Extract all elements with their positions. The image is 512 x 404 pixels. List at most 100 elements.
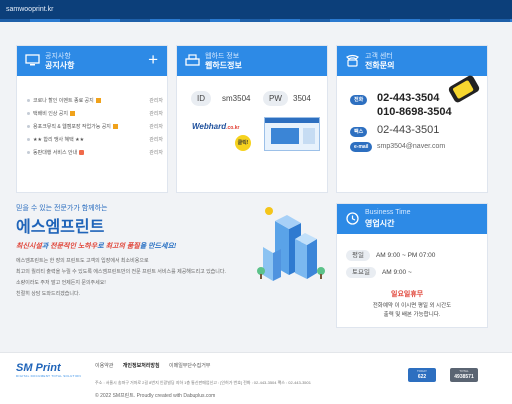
saturday-time: AM 9:00 ~: [381, 269, 412, 276]
tel-number-2[interactable]: 010-8698-3504: [377, 106, 452, 118]
notice-item-author: 관리자: [149, 150, 163, 156]
intro-title: 에스엠프린트: [16, 219, 105, 236]
buildings-illustration: [257, 207, 325, 281]
notice-header: 공지사항 공지사항 +: [17, 46, 167, 76]
webhard-logo-tld: .co.kr: [226, 125, 240, 131]
intro-sub-highlight-3: 최고의 품질: [105, 243, 140, 250]
intro-paragraph-3: 소량이라도 주저 말고 언제든지 문의주세요!: [16, 280, 106, 286]
click-badge[interactable]: 클릭!: [235, 135, 251, 151]
holiday-notice: 일요일휴무: [391, 291, 424, 298]
notice-item-author: 관리자: [149, 98, 163, 104]
notice-item-title[interactable]: 코로나 할인 이벤트 종료 공지: [33, 98, 94, 104]
total-label: TOTAL: [459, 369, 469, 373]
screen-block: [271, 128, 299, 144]
notice-list: 코로나 할인 이벤트 종료 공지 관리자 택배비 인상 공지 관리자 용포크뮤직 &…: [27, 95, 163, 160]
intro-paragraph-4: 친절히 상담 도와드리겠습니다.: [16, 291, 80, 297]
business-time-title-small: Business Time: [365, 209, 411, 216]
new-icon: [95, 98, 101, 104]
top-bar: samwooprint.kr: [0, 0, 512, 22]
screen-bar: [265, 118, 319, 123]
customer-center-header: 고객 센터 전화문의: [337, 46, 487, 76]
total-counter: TOTAL 4938571: [450, 368, 478, 382]
footer-copyright: © 2022 SM프린트. Proudly created with Dabup…: [95, 393, 216, 399]
intro-sub-text-2: 로: [97, 243, 106, 250]
webhard-screenshot[interactable]: [264, 117, 320, 151]
webhard-logo[interactable]: Webhard.co.kr: [192, 122, 239, 131]
file-icon: [79, 150, 85, 156]
intro-paragraph-2: 최고의 퀄리티 출력을 누릴 수 있도록 에스엠프린트만의 전문 프린트 서비스…: [16, 269, 226, 275]
bullet-icon: [27, 151, 30, 155]
top-decor-strip: [0, 19, 512, 22]
business-time-title: 영업시간: [365, 219, 395, 228]
email-address[interactable]: smp3504@naver.com: [377, 143, 445, 150]
saturday-label: 토요일: [346, 267, 376, 278]
today-counter: TODAY 622: [408, 368, 436, 382]
intro-sub-text-3: 을 만드세요!: [139, 243, 177, 250]
weekday-time: AM 9:00 ~ PM 07:00: [375, 252, 436, 259]
id-value: sm3504: [222, 94, 251, 103]
bullet-icon: [27, 99, 30, 103]
notice-item[interactable]: 용포크뮤직 & 웹캠포장 작업가능 공지 관리자: [27, 121, 163, 134]
weekday-row: 평일 AM 9:00 ~ PM 07:00: [346, 250, 435, 261]
webhard-logo-text: Webhard: [192, 122, 227, 131]
notice-item-author: 관리자: [149, 111, 163, 117]
business-note-1: 전화예약 이 이시면 평일 외 시간도: [372, 303, 452, 309]
intro-sub-highlight-1: 최신시설: [16, 243, 42, 250]
notice-item-title[interactable]: ★★ 합리 맹사 혜택 ★★: [33, 137, 84, 143]
notice-item[interactable]: ★★ 합리 맹사 혜택 ★★ 관리자: [27, 134, 163, 147]
monitor-icon: [25, 54, 40, 66]
screen-block-2: [303, 128, 315, 144]
notice-item-title[interactable]: 택배비 인상 공지: [33, 111, 68, 117]
intro-subtitle: 최신시설과 전문적인 노하우로 최고의 품질을 만드세요!: [16, 241, 176, 251]
notice-item[interactable]: 동판대행 서비스 안내 관리자: [27, 147, 163, 160]
footer-logo-subtitle: DIGITAL DOCUMENT TOTAL SOLUTION: [16, 374, 81, 378]
fax-number: 02-443-3501: [377, 124, 440, 136]
fax-label: 팩스: [350, 127, 368, 137]
notice-item-title[interactable]: 동판대행 서비스 안내: [33, 150, 77, 156]
total-value: 4938571: [454, 374, 474, 380]
bullet-icon: [27, 112, 30, 116]
printer-icon: [185, 54, 200, 66]
tel-label: 전화: [350, 95, 368, 105]
intro-tagline: 믿을 수 있는 전문가가 함께하는: [16, 205, 108, 212]
footer-logo[interactable]: SM Print: [16, 362, 61, 374]
intro-paragraph-1: 에스엠프린트는 한 장의 프린트도 고객의 입장에서 최소비용으로: [16, 258, 149, 264]
customer-center-card: 고객 센터 전화문의: [336, 45, 488, 193]
weekday-label: 평일: [346, 250, 370, 261]
site-url[interactable]: samwooprint.kr: [6, 6, 53, 13]
terms-link[interactable]: 이용약관: [95, 363, 113, 369]
today-value: 622: [417, 374, 427, 380]
bullet-icon: [27, 138, 30, 142]
webhard-header: 웹하드 정보 웹하드정보: [177, 46, 327, 76]
footer-links: 이용약관 개인정보처리방침 이메일무단수집거부: [95, 362, 218, 369]
webhard-title: 웹하드정보: [205, 61, 242, 70]
new-icon: [69, 111, 75, 117]
pw-value: 3504: [293, 94, 311, 103]
notice-item-title[interactable]: 용포크뮤직 & 웹캠포장 작업가능 공지: [33, 124, 111, 130]
privacy-link[interactable]: 개인정보처리방침: [123, 363, 160, 369]
notice-item[interactable]: 택배비 인상 공지 관리자: [27, 108, 163, 121]
notice-item-author: 관리자: [149, 137, 163, 143]
phone-icon: [346, 54, 359, 67]
email-label: e-mail: [350, 142, 373, 152]
notice-title: 공지사항: [45, 61, 75, 70]
id-label: ID: [191, 91, 211, 106]
business-time-header: Business Time 영업시간: [337, 204, 487, 234]
notice-more-button[interactable]: +: [148, 50, 158, 70]
footer-address: 주소 : 서울시 송파구 거마로 2길 8번지 인광빌딩 지하 1층 통신판매업…: [95, 380, 311, 385]
tel-number-1[interactable]: 02-443-3504: [377, 92, 439, 104]
intro-sub-highlight-2: 전문적인 노하우: [50, 243, 98, 250]
new-icon: [112, 124, 118, 130]
intro-sub-text-1: 과: [41, 243, 51, 250]
bullet-icon: [27, 125, 30, 129]
pw-label: PW: [263, 91, 288, 106]
business-note-2: 출력 및 배본 가능합니다.: [383, 312, 441, 318]
cs-title: 전화문의: [365, 61, 395, 70]
notice-item[interactable]: 코로나 할인 이벤트 종료 공지 관리자: [27, 95, 163, 108]
notice-item-author: 관리자: [149, 124, 163, 130]
today-label: TODAY: [416, 369, 428, 373]
notice-card: 공지사항 공지사항 + 코로나 할인 이벤트 종료 공지 관리자 택배비 인상 공…: [16, 45, 168, 193]
no-email-link[interactable]: 이메일무단수집거부: [169, 363, 210, 369]
saturday-row: 토요일 AM 9:00 ~: [346, 267, 412, 278]
clock-icon: [346, 212, 359, 225]
